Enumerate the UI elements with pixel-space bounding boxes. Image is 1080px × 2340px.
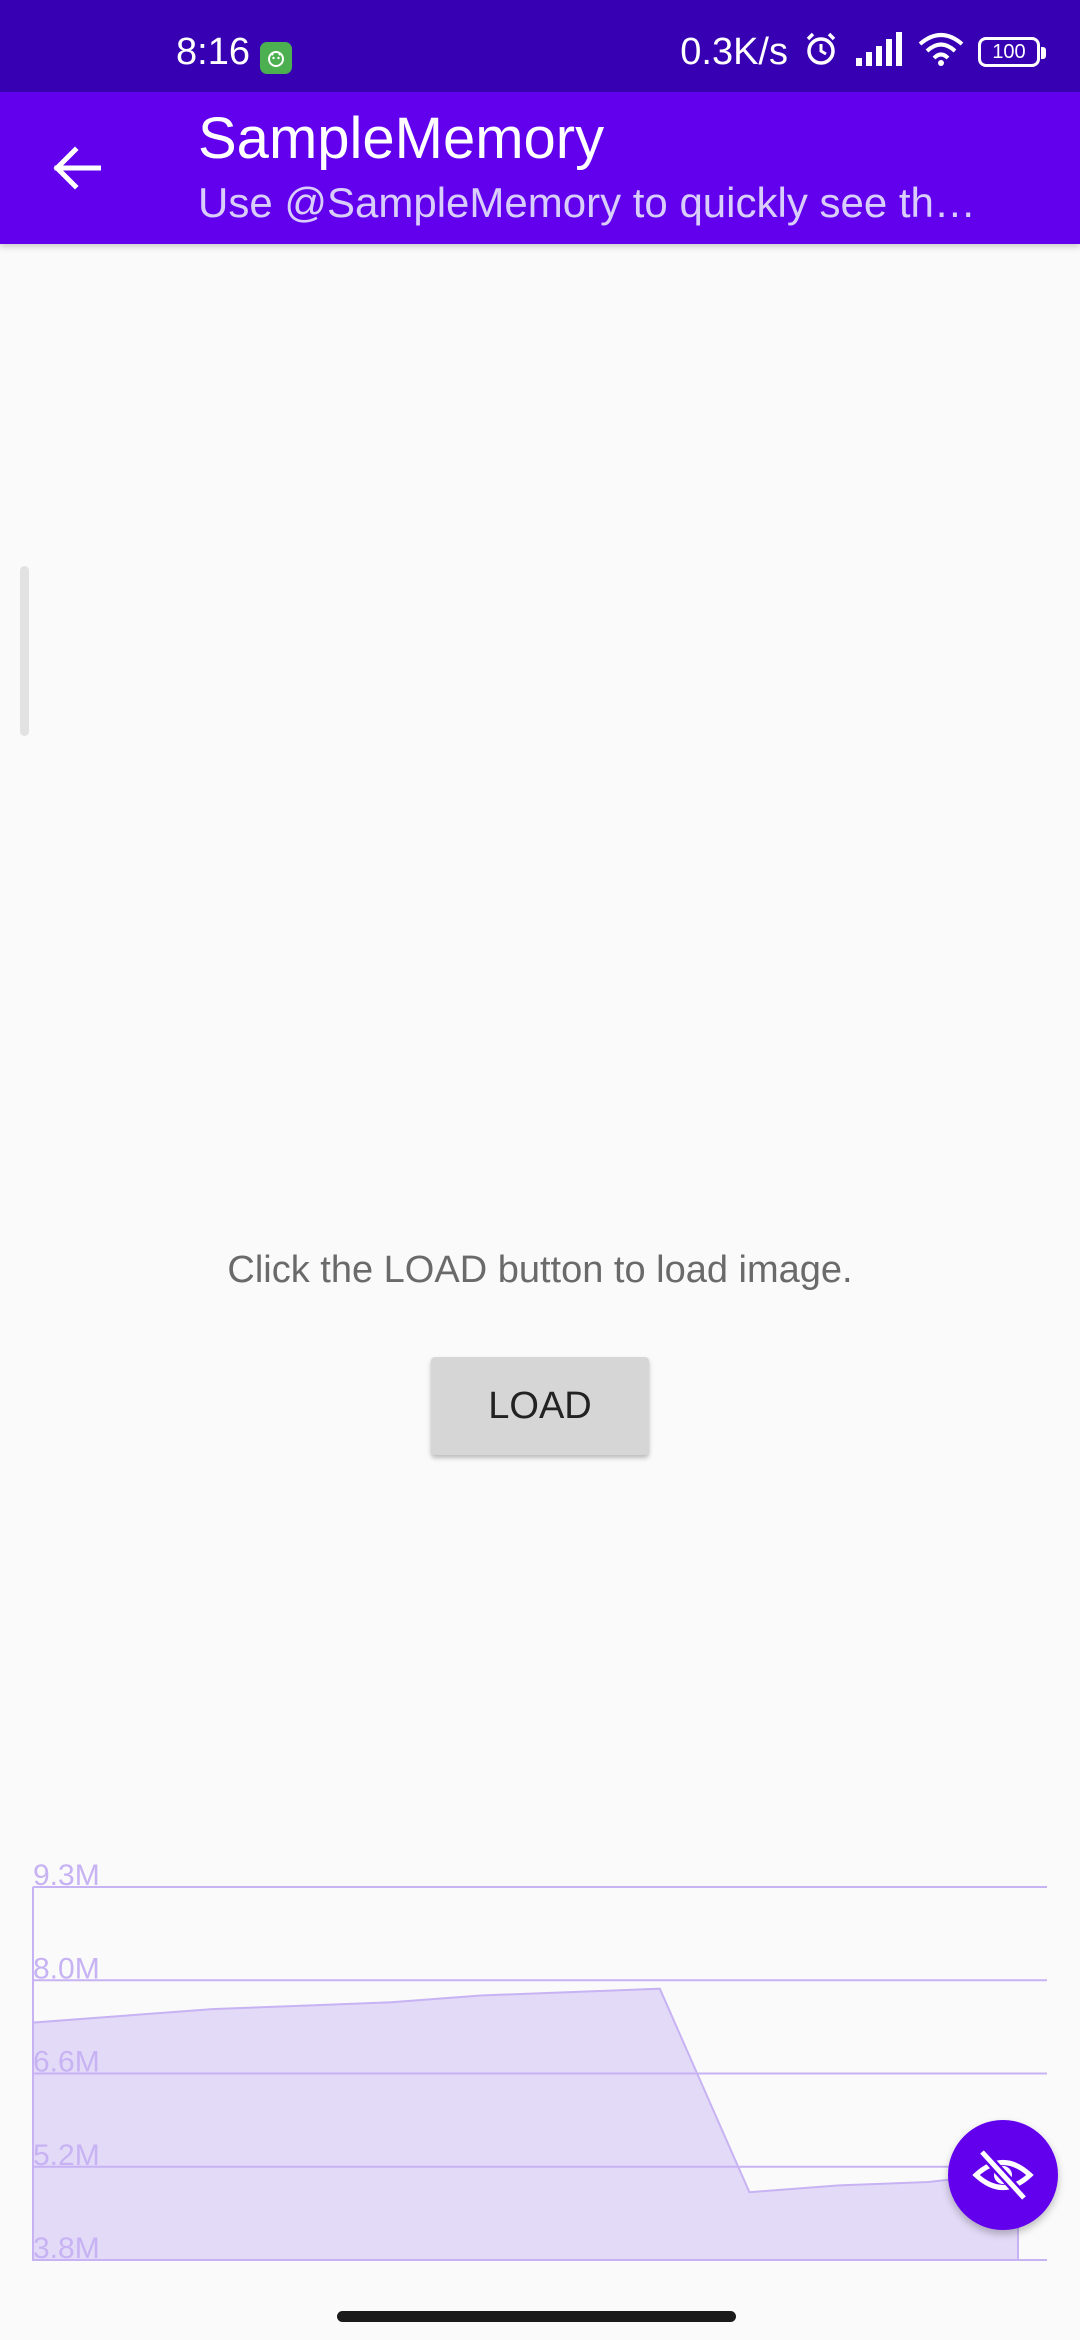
app-subtitle: Use @SampleMemory to quickly see th…: [198, 179, 976, 226]
scroll-indicator[interactable]: [20, 566, 29, 736]
memory-usage-area: [32, 1987, 1019, 2261]
chart-tick-label: 8.0M: [33, 1952, 100, 1985]
visibility-off-icon: [972, 2148, 1034, 2202]
app-notification-icon: [260, 42, 292, 74]
app-title: SampleMemory: [198, 106, 605, 171]
home-indicator[interactable]: [337, 2311, 736, 2322]
chart-tick-label: 9.3M: [33, 1859, 100, 1892]
app-bar: SampleMemory Use @SampleMemory to quickl…: [0, 92, 1080, 244]
status-time: 8:16: [176, 31, 250, 73]
memory-chart: 9.3M8.0M6.6M5.2M3.8M: [32, 1859, 1047, 2265]
arrow-back-icon: [53, 146, 101, 190]
status-bar: 8:16 0.3K/s 100: [0, 0, 1080, 92]
hide-monitor-button[interactable]: [948, 2120, 1058, 2230]
battery-icon: 100: [978, 36, 1046, 67]
wifi-icon: [918, 32, 964, 71]
load-button[interactable]: LOAD: [431, 1357, 649, 1455]
back-button[interactable]: [40, 132, 112, 204]
status-icons: 0.3K/s 100: [680, 30, 1046, 73]
signal-icon: [854, 32, 904, 71]
network-speed: 0.3K/s: [680, 30, 788, 73]
load-message: Click the LOAD button to load image.: [227, 1249, 853, 1291]
alarm-icon: [802, 30, 840, 73]
